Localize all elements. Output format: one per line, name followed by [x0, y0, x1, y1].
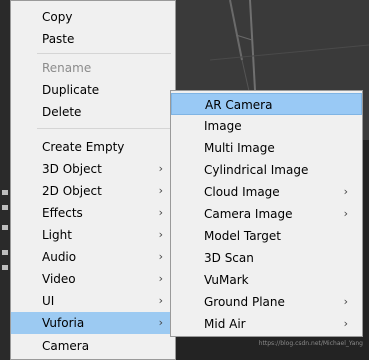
submenu-item-cylindrical-image[interactable]: Cylindrical Image: [171, 159, 362, 181]
menu-item-camera[interactable]: Camera: [11, 335, 175, 357]
menu-item-label: Mid Air: [204, 317, 246, 331]
menu-item-rename: Rename: [11, 57, 175, 79]
menu-item-label: 3D Object: [42, 162, 102, 176]
submenu-item-camera-image[interactable]: Camera Image ›: [171, 203, 362, 225]
menu-item-paste[interactable]: Paste: [11, 28, 175, 50]
menu-item-label: UI: [42, 294, 55, 308]
menu-item-label: Vuforia: [42, 316, 85, 330]
menu-item-label: Cylindrical Image: [204, 163, 309, 177]
menu-item-label: Delete: [42, 105, 82, 119]
chevron-right-icon: ›: [158, 162, 163, 175]
chevron-right-icon: ›: [158, 228, 163, 241]
menu-item-label: Cloud Image: [204, 185, 280, 199]
menu-item-label: Create Empty: [42, 140, 125, 154]
vuforia-submenu: AR Camera Image Multi Image Cylindrical …: [170, 90, 363, 337]
submenu-item-mid-air[interactable]: Mid Air ›: [171, 313, 362, 335]
menu-item-label: Multi Image: [204, 141, 275, 155]
menu-item-vuforia[interactable]: Vuforia ›: [11, 312, 175, 334]
watermark: https://blog.csdn.net/Michael_Yang: [258, 340, 363, 347]
left-panel-strip: [0, 0, 10, 360]
submenu-item-ground-plane[interactable]: Ground Plane ›: [171, 291, 362, 313]
submenu-item-3d-scan[interactable]: 3D Scan: [171, 247, 362, 269]
menu-item-copy[interactable]: Copy: [11, 6, 175, 28]
menu-item-label: Duplicate: [42, 83, 100, 97]
submenu-item-ar-camera[interactable]: AR Camera: [171, 93, 362, 115]
menu-item-duplicate[interactable]: Duplicate: [11, 79, 175, 101]
menu-item-label: Camera: [42, 339, 90, 353]
menu-item-label: Image: [204, 119, 242, 133]
menu-item-label: AR Camera: [205, 98, 273, 112]
panel-icon: [2, 265, 8, 270]
chevron-right-icon: ›: [158, 316, 163, 329]
menu-separator: [37, 53, 171, 54]
menu-item-effects[interactable]: Effects ›: [11, 202, 175, 224]
submenu-item-vumark[interactable]: VuMark: [171, 269, 362, 291]
menu-item-label: Rename: [42, 61, 92, 75]
menu-item-label: Camera Image: [204, 207, 293, 221]
chevron-right-icon: ›: [158, 206, 163, 219]
menu-item-audio[interactable]: Audio ›: [11, 246, 175, 268]
chevron-right-icon: ›: [158, 294, 163, 307]
menu-item-label: Model Target: [204, 229, 281, 243]
panel-icon: [2, 205, 8, 210]
submenu-item-image[interactable]: Image: [171, 115, 362, 137]
menu-item-label: Audio: [42, 250, 77, 264]
chevron-right-icon: ›: [158, 272, 163, 285]
menu-separator: [37, 128, 171, 129]
menu-item-video[interactable]: Video ›: [11, 268, 175, 290]
chevron-right-icon: ›: [343, 317, 348, 330]
menu-item-delete[interactable]: Delete: [11, 101, 175, 123]
chevron-right-icon: ›: [343, 207, 348, 220]
chevron-right-icon: ›: [158, 184, 163, 197]
chevron-right-icon: ›: [158, 250, 163, 263]
menu-item-label: Light: [42, 228, 72, 242]
menu-item-label: 3D Scan: [204, 251, 254, 265]
menu-item-label: Ground Plane: [204, 295, 285, 309]
panel-icon: [2, 225, 8, 230]
menu-item-label: Paste: [42, 32, 75, 46]
submenu-item-cloud-image[interactable]: Cloud Image ›: [171, 181, 362, 203]
submenu-item-model-target[interactable]: Model Target: [171, 225, 362, 247]
menu-item-light[interactable]: Light ›: [11, 224, 175, 246]
menu-item-label: Video: [42, 272, 76, 286]
chevron-right-icon: ›: [343, 295, 348, 308]
panel-icon: [2, 190, 8, 195]
menu-item-2d-object[interactable]: 2D Object ›: [11, 180, 175, 202]
menu-item-create-empty[interactable]: Create Empty: [11, 136, 175, 158]
menu-item-label: Copy: [42, 10, 73, 24]
menu-item-label: Effects: [42, 206, 83, 220]
menu-item-3d-object[interactable]: 3D Object ›: [11, 158, 175, 180]
chevron-right-icon: ›: [343, 185, 348, 198]
menu-item-label: VuMark: [204, 273, 249, 287]
menu-item-label: 2D Object: [42, 184, 102, 198]
context-menu: Copy Paste Rename Duplicate Delete Creat…: [10, 0, 176, 360]
submenu-item-multi-image[interactable]: Multi Image: [171, 137, 362, 159]
panel-icon: [2, 250, 8, 255]
menu-item-ui[interactable]: UI ›: [11, 290, 175, 312]
